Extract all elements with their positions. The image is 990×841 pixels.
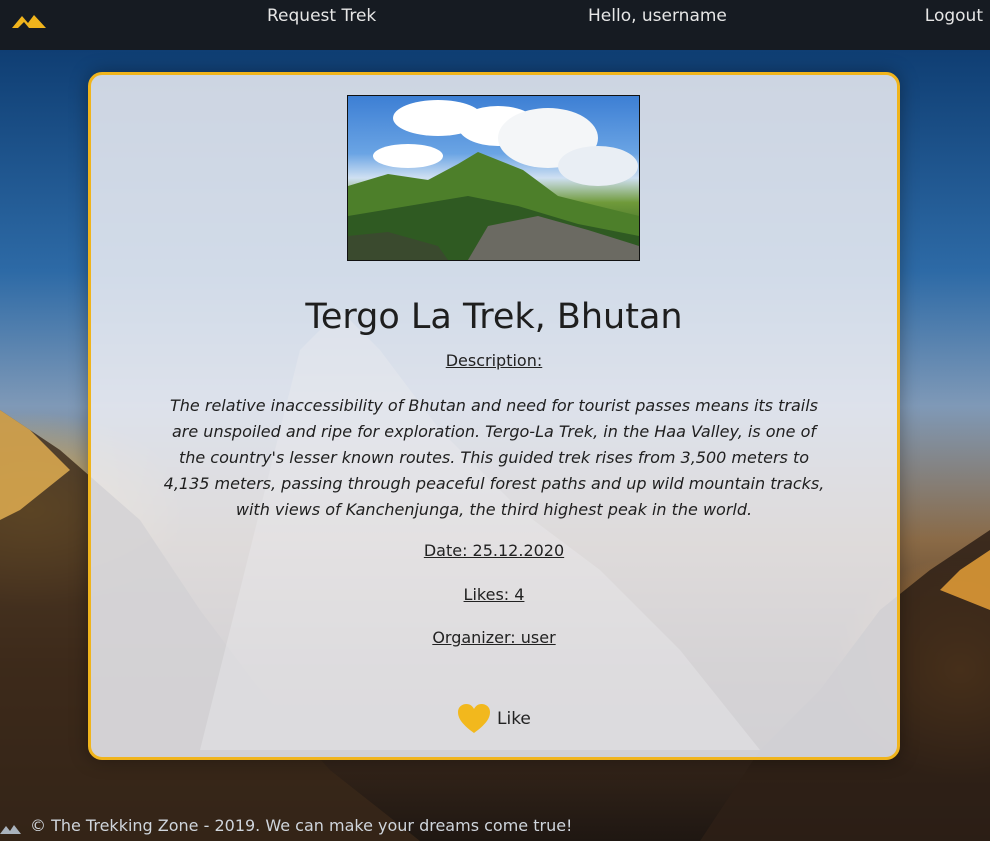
like-button[interactable]: Like	[457, 701, 537, 737]
footer-copyright: © The Trekking Zone - 2019. We can make …	[30, 816, 573, 835]
trek-image	[347, 95, 640, 261]
footer: © The Trekking Zone - 2019. We can make …	[0, 814, 990, 841]
request-trek-link[interactable]: Request Trek	[267, 6, 376, 26]
mountain-logo-icon[interactable]	[12, 11, 48, 31]
like-button-label: Like	[497, 709, 531, 729]
user-greeting: Hello, username	[588, 6, 727, 26]
description-heading: Description:	[445, 351, 543, 370]
mountain-logo-icon	[0, 820, 22, 834]
trek-date: Date: 25.12.2020	[423, 541, 565, 560]
trek-likes-count: Likes: 4	[463, 585, 525, 604]
trek-title: Tergo La Trek, Bhutan	[305, 297, 683, 337]
trek-organizer: Organizer: user	[432, 628, 556, 647]
trek-detail-card: Tergo La Trek, Bhutan Description: The r…	[88, 72, 900, 760]
top-navbar: Request Trek Hello, username Logout	[0, 0, 990, 50]
heart-icon[interactable]	[457, 703, 491, 735]
trek-description: The relative inaccessibility of Bhutan a…	[163, 396, 825, 519]
logout-link[interactable]: Logout	[925, 6, 983, 26]
